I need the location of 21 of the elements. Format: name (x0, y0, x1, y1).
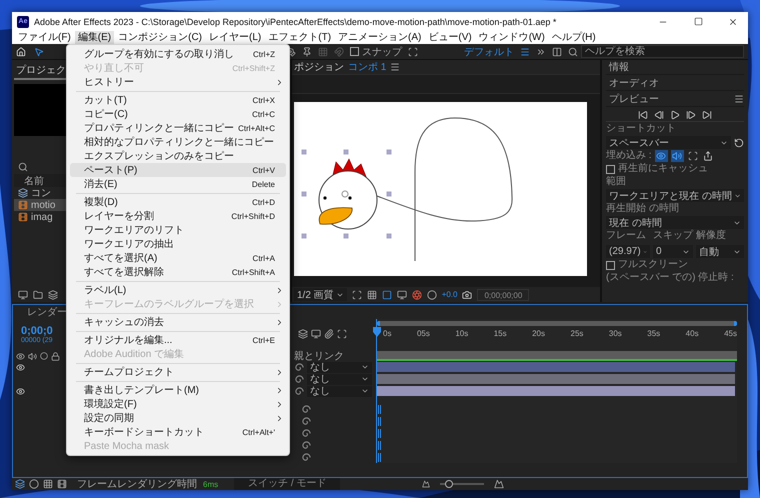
ruler-label: 0s (383, 329, 392, 340)
ruler-label: 40s (686, 329, 699, 340)
field-label: スキップ (653, 230, 693, 242)
ruler-label: 30s (608, 329, 622, 340)
status-label: フレームレンダリング時間 (77, 478, 197, 491)
field-label: 解像度 (696, 230, 727, 242)
window-title: Adobe After Effects 2023 - C:\Storage\Develop Repository\iPentecAfterEffects\demo-move-motion-path\move-motion-path-01.aep * (34, 16, 558, 26)
field-label: 範囲 (606, 176, 627, 188)
field-label: (スペースバー での) 停止時 : (606, 272, 735, 284)
field-label: 再生開始 の時間 (606, 203, 680, 215)
field-label: フレーム (606, 230, 647, 242)
ruler-label: 25s (570, 329, 584, 340)
render-time: 6ms (203, 480, 218, 488)
ruler-label: 10s (455, 329, 468, 340)
ruler-label: 35s (647, 329, 660, 340)
ruler-label: 45s (724, 329, 737, 340)
field-label: 埋め込み : (606, 150, 652, 162)
ruler-label: 15s (494, 329, 507, 340)
ruler-label: 05s (416, 329, 430, 340)
field-label: ショートカット (606, 123, 677, 135)
ruler-label: 20s (532, 329, 546, 340)
